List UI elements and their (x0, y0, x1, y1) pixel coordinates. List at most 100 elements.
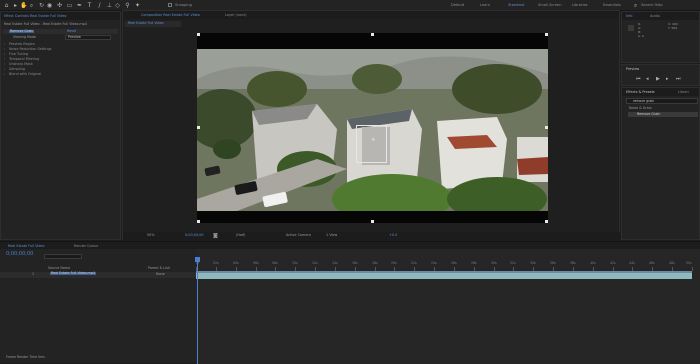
info-a: A: 0 (638, 34, 644, 38)
layer-name[interactable]: Real Estate Full Video.mp4 (50, 271, 96, 276)
viewing-mode-select[interactable]: Preview (65, 35, 111, 40)
exposure-value[interactable]: +0.0 (389, 233, 397, 237)
ruler-label: 34s (530, 261, 536, 265)
workspace-learn[interactable]: Learn (480, 3, 490, 7)
time-ruler[interactable]: 0f02s04s06s08s10s12s14s16s18s20s22s24s26… (196, 249, 700, 272)
effects-presets-panel: Effects & Presets Librari remove grain N… (621, 87, 700, 240)
zoom-tool-icon[interactable]: ⌕ (28, 2, 35, 9)
prop-temporal-filtering[interactable]: Temporal Filtering (4, 57, 39, 61)
aerial-neighborhood-image: ✛ (197, 49, 548, 211)
camera-tool-icon[interactable]: ◉ (46, 2, 53, 9)
tab-effects-presets[interactable]: Effects & Presets (626, 90, 655, 94)
pan-behind-icon[interactable]: ✣ (56, 2, 63, 9)
frame-render-time: Frame Render Time 0ms (6, 355, 45, 359)
selection-tool-icon[interactable]: ▸ (12, 2, 19, 9)
reset-button[interactable]: Reset (67, 29, 76, 33)
workspace-essentials[interactable]: Essentials (603, 3, 621, 7)
ruler-label: 18s (372, 261, 378, 265)
layer-duration-bar[interactable] (196, 273, 692, 279)
tab-libraries[interactable]: Librari (678, 90, 689, 94)
bounds-handle[interactable] (545, 220, 548, 223)
tab-composition[interactable]: Composition Real Estate Full Video (141, 13, 200, 17)
layer-path: Real Estate Full Video - Real Estate Ful… (4, 22, 87, 26)
zoom-select[interactable]: 50% (147, 233, 155, 237)
tab-info[interactable]: Info (626, 14, 632, 18)
prop-sampling[interactable]: Sampling (4, 67, 25, 71)
tab-layer[interactable]: Layer (none) (225, 13, 247, 17)
prop-fine-tuning[interactable]: Fine Tuning (4, 52, 28, 56)
roto-brush-icon[interactable]: ⚲ (124, 2, 131, 9)
mask-tool-icon[interactable]: ▭ (66, 2, 73, 9)
type-tool-icon[interactable]: T (86, 2, 93, 9)
effect-controls-panel: Effect Controls Real Estate Full Video R… (0, 11, 121, 240)
last-frame-icon[interactable]: ⏭ (676, 76, 681, 82)
views-select[interactable]: 1 View (326, 233, 337, 237)
brush-tool-icon[interactable]: / (96, 2, 103, 9)
play-icon[interactable]: ▶ (656, 76, 660, 82)
snapshot-icon[interactable]: ◙ (213, 233, 218, 239)
col-parent-link: Parent & Link (148, 266, 170, 270)
ruler-label: 10s (292, 261, 298, 265)
rotate-tool-icon[interactable]: ↻ (38, 2, 45, 9)
hand-tool-icon[interactable]: ✋ (20, 2, 27, 9)
pen-tool-icon[interactable]: ✒ (76, 2, 83, 9)
timecode[interactable]: 0;00;00;00 (185, 233, 204, 237)
next-frame-icon[interactable]: ▸ (666, 76, 669, 82)
layer-parent[interactable]: None (156, 272, 165, 276)
ruler-label: 04s (233, 261, 239, 265)
bounds-handle[interactable] (371, 220, 374, 223)
effects-search-input[interactable]: remove grain (626, 98, 698, 104)
playhead-handle[interactable] (195, 257, 200, 262)
effect-result-row[interactable]: Remove Grain (628, 112, 698, 117)
search-icon[interactable]: ⌕ (632, 2, 639, 9)
prop-preview-region[interactable]: Preview Region (4, 42, 35, 46)
workspace-small-screen[interactable]: Small Screen (538, 3, 561, 7)
ruler-label: 16s (352, 261, 358, 265)
home-icon[interactable]: ⌂ (3, 2, 10, 9)
crosshair-icon[interactable]: ✛ (371, 137, 375, 143)
effect-name[interactable]: Remove Grain (9, 29, 35, 34)
clone-stamp-icon[interactable]: ⊥ (106, 2, 113, 9)
prop-noise-reduction[interactable]: Noise Reduction Settings (4, 47, 51, 51)
workspace-standard[interactable]: Standard (508, 3, 524, 7)
first-frame-icon[interactable]: ⏮ (636, 76, 641, 82)
camera-select[interactable]: Active Camera (286, 233, 311, 237)
snapping-label: Snapping (175, 3, 192, 7)
tab-effect-controls[interactable]: Effect Controls Real Estate Full Video (4, 14, 67, 18)
workspace-libraries[interactable]: Libraries (572, 3, 588, 7)
search-help-label[interactable]: Search Help (641, 3, 663, 7)
ruler-tick (692, 267, 693, 271)
bounds-handle[interactable] (545, 33, 548, 36)
timeline-tracks[interactable]: 0f02s04s06s08s10s12s14s16s18s20s22s24s26… (195, 249, 700, 364)
comp-subtab[interactable]: Real Estate Full Video (125, 21, 181, 27)
playhead[interactable] (197, 257, 198, 364)
prev-frame-icon[interactable]: ◂ (646, 76, 649, 82)
timeline-search-input[interactable] (44, 254, 82, 259)
bounds-handle[interactable] (197, 220, 200, 223)
resolution-select[interactable]: (Half) (236, 233, 245, 237)
workspace-default[interactable]: Default (451, 3, 464, 7)
ruler-label: 48s (669, 261, 675, 265)
tab-audio[interactable]: Audio (650, 14, 660, 18)
timeline-timecode[interactable]: 0;00;00;00 (6, 252, 33, 257)
col-source-name: Source Name (48, 266, 71, 270)
bounds-handle[interactable] (197, 126, 200, 129)
color-swatch (628, 25, 634, 31)
ruler-label: 22s (411, 261, 417, 265)
eraser-icon[interactable]: ◇ (114, 2, 121, 9)
tab-render-queue[interactable]: Render Queue (74, 244, 98, 248)
layer-row[interactable]: 1 Real Estate Full Video.mp4 None (0, 271, 196, 278)
preview-panel: Preview ⏮ ◂ ▶ ▸ ⏭ (621, 64, 700, 86)
prop-unsharp-mask[interactable]: Unsharp Mask (4, 62, 33, 66)
tab-timeline[interactable]: Real Estate Full Video (8, 244, 45, 248)
snapping-checkbox[interactable] (168, 3, 172, 7)
video-frame[interactable]: ✛ (197, 33, 548, 223)
prop-blend-original[interactable]: Blend with Original (4, 72, 41, 76)
bounds-handle[interactable] (545, 126, 548, 129)
category-noise-grain[interactable]: Noise & Grain (629, 106, 652, 110)
puppet-pin-icon[interactable]: ✦ (134, 2, 141, 9)
preview-region-box[interactable] (356, 125, 387, 163)
bounds-handle[interactable] (371, 33, 374, 36)
bounds-handle[interactable] (197, 33, 200, 36)
ruler-label: 44s (629, 261, 635, 265)
